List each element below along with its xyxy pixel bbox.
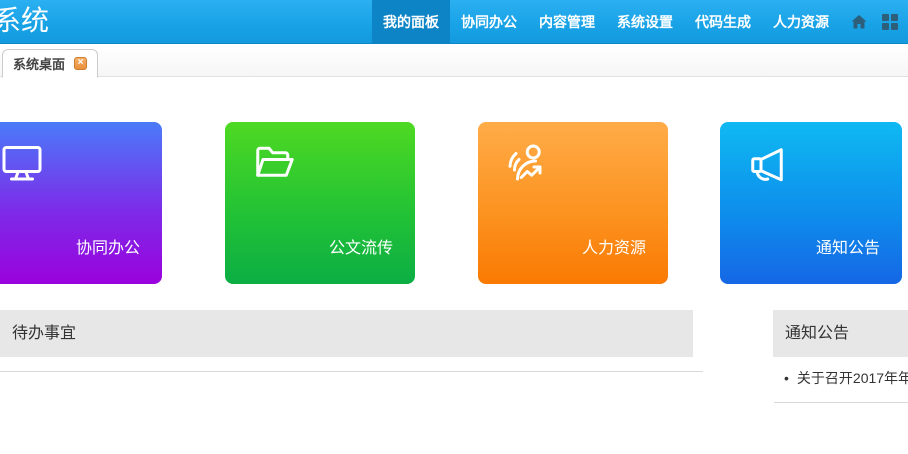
tile-notices[interactable]: 通知公告 xyxy=(720,122,902,284)
app-title: 系统 xyxy=(0,0,49,44)
todo-panel-header: 待办事宜 xyxy=(0,310,693,357)
notice-panel-divider xyxy=(774,402,908,403)
nav-item-collaborative-office[interactable]: 协同办公 xyxy=(450,0,528,44)
folder-open-icon xyxy=(251,140,299,193)
person-growth-icon xyxy=(504,140,552,193)
grid-layout-icon[interactable] xyxy=(882,14,898,30)
notice-panel-header: 通知公告 xyxy=(773,310,908,357)
nav-item-my-dashboard[interactable]: 我的面板 xyxy=(372,0,450,44)
nav-item-human-resources[interactable]: 人力资源 xyxy=(762,0,840,44)
tile-label: 协同办公 xyxy=(76,234,140,258)
nav-item-content-management[interactable]: 内容管理 xyxy=(528,0,606,44)
bullet-icon: • xyxy=(784,370,789,386)
notice-item-text: 关于召开2017年年 xyxy=(797,368,908,388)
top-header-bar: 系统 我的面板 协同办公 内容管理 系统设置 代码生成 人力资源 xyxy=(0,0,908,44)
home-icon[interactable] xyxy=(850,13,868,31)
tile-label: 公文流传 xyxy=(329,234,393,258)
topbar-icon-group xyxy=(850,0,898,44)
tile-label: 人力资源 xyxy=(582,234,646,258)
monitor-icon xyxy=(0,140,46,193)
tile-human-resources[interactable]: 人力资源 xyxy=(478,122,668,284)
tile-document-flow[interactable]: 公文流传 xyxy=(225,122,415,284)
top-nav: 我的面板 协同办公 内容管理 系统设置 代码生成 人力资源 xyxy=(372,0,840,44)
tile-collaborative-office[interactable]: 协同办公 xyxy=(0,122,162,284)
tab-label: 系统桌面 xyxy=(13,54,65,73)
nav-item-system-settings[interactable]: 系统设置 xyxy=(606,0,684,44)
megaphone-icon xyxy=(746,140,794,193)
close-icon[interactable]: × xyxy=(74,57,87,70)
nav-item-code-generation[interactable]: 代码生成 xyxy=(684,0,762,44)
notice-list-item[interactable]: • 关于召开2017年年 xyxy=(784,368,908,388)
todo-panel-divider xyxy=(0,371,703,372)
tab-bar xyxy=(0,45,908,77)
tile-label: 通知公告 xyxy=(816,234,880,258)
tab-system-desktop[interactable]: 系统桌面 × xyxy=(2,49,98,78)
